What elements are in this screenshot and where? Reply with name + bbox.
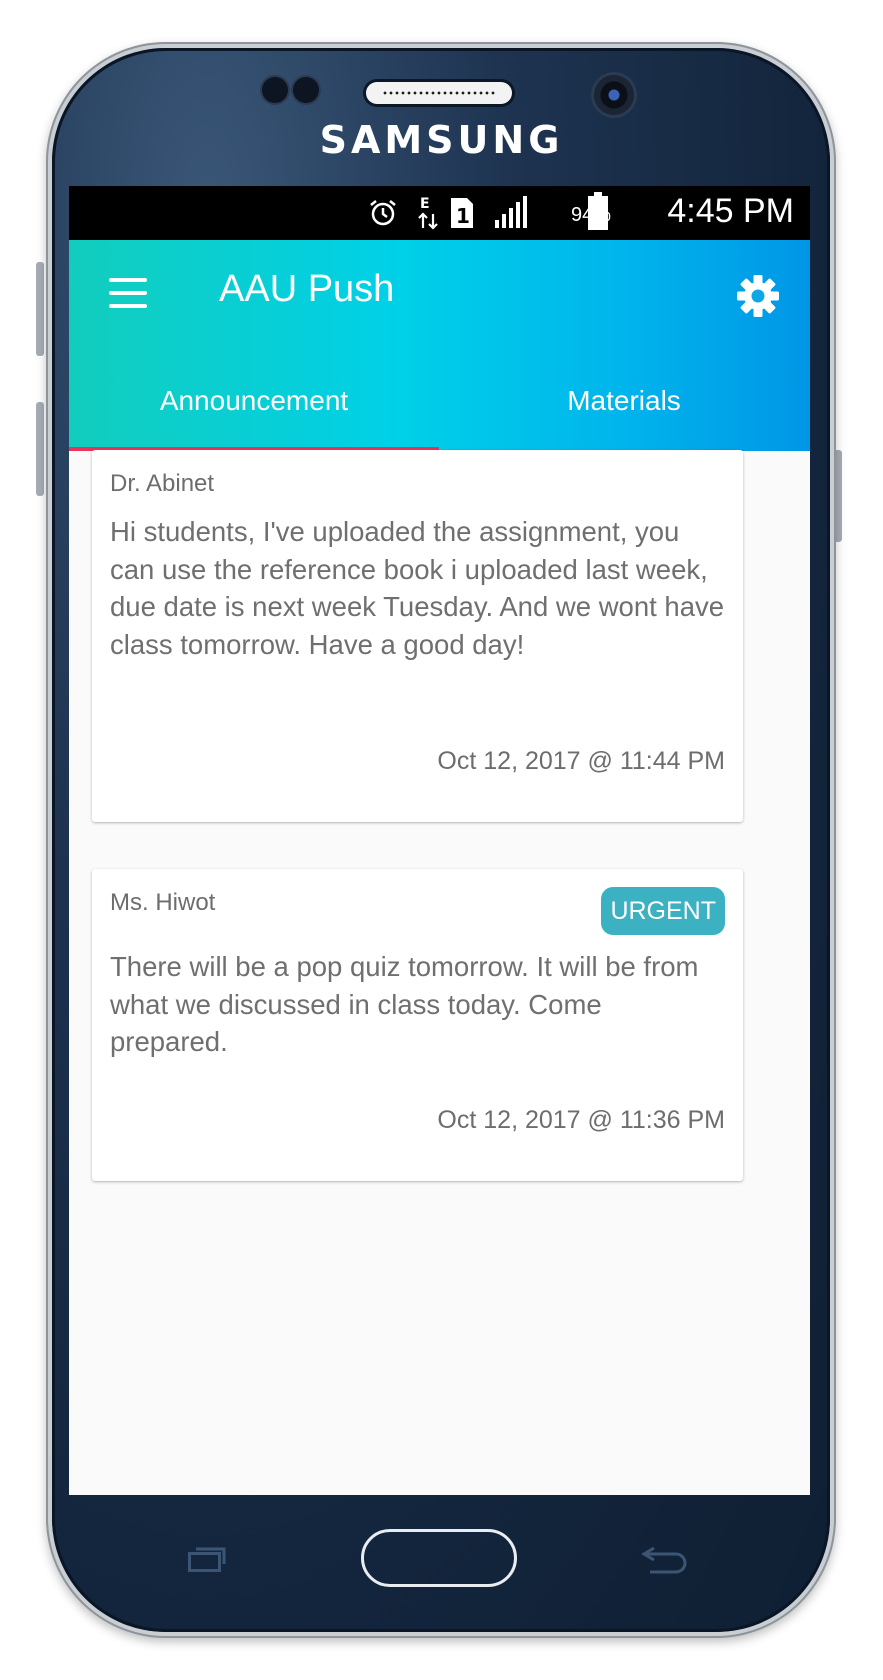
- tab-materials[interactable]: Materials: [439, 366, 809, 451]
- home-button[interactable]: [361, 1529, 517, 1587]
- announcement-card[interactable]: Dr. Abinet Hi students, I've uploaded th…: [92, 450, 743, 822]
- status-time: 4:45 PM: [667, 192, 794, 230]
- sim-icon: 1: [451, 198, 473, 228]
- light-sensor: [293, 77, 319, 103]
- tab-announcement-label: Announcement: [159, 385, 349, 416]
- data-transfer-icon: E: [418, 196, 438, 230]
- svg-text:1: 1: [456, 204, 470, 228]
- alarm-icon: [370, 200, 396, 226]
- speaker-grille: [382, 90, 496, 96]
- back-icon[interactable]: [640, 1542, 690, 1576]
- brand-logo: SAMSUNG: [319, 118, 564, 162]
- tab-materials-label: Materials: [567, 385, 681, 416]
- announcement-author: Dr. Abinet: [110, 470, 215, 497]
- proximity-sensor: [262, 77, 288, 103]
- urgent-badge: URGENT: [601, 887, 725, 935]
- front-camera: [594, 75, 634, 115]
- announcement-message: There will be a pop quiz tomorrow. It wi…: [110, 951, 699, 1057]
- volume-down-button[interactable]: [36, 402, 44, 496]
- announcement-timestamp: Oct 12, 2017 @ 11:44 PM: [437, 747, 725, 775]
- announcement-message: Hi students, I've uploaded the assignmen…: [110, 516, 725, 660]
- settings-gear-icon[interactable]: [736, 274, 780, 318]
- announcement-author: Ms. Hiwot: [110, 889, 216, 916]
- battery-icon: [588, 192, 608, 230]
- announcement-timestamp: Oct 12, 2017 @ 11:36 PM: [437, 1106, 725, 1134]
- menu-icon[interactable]: [109, 278, 147, 308]
- recent-apps-icon[interactable]: [188, 1546, 226, 1572]
- volume-up-button[interactable]: [36, 262, 44, 356]
- app-title: AAU Push: [219, 268, 395, 310]
- app-bar: AAU Push Announcement Materials: [69, 240, 810, 451]
- status-bar: E 1 94% 4:45 PM: [69, 186, 810, 240]
- svg-text:E: E: [420, 196, 430, 212]
- signal-icon: [495, 196, 527, 228]
- announcement-card[interactable]: Ms. Hiwot URGENT There will be a pop qui…: [92, 869, 743, 1181]
- screen: E 1 94% 4:45 PM AAU Push: [69, 186, 810, 1495]
- tab-announcement[interactable]: Announcement: [69, 366, 439, 451]
